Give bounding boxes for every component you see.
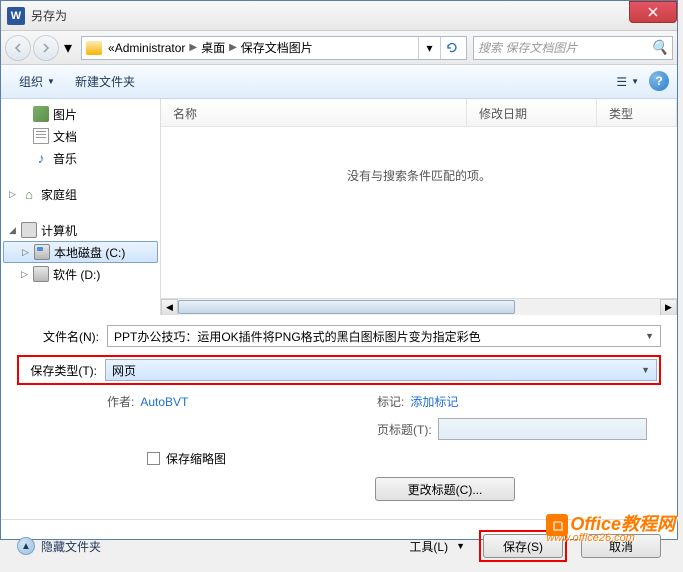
search-icon: 🔍 — [651, 39, 668, 56]
sidebar: 图片 文档 ♪音乐 ▷⌂家庭组 ◢计算机 ▷本地磁盘 (C:) ▷软件 (D:) — [1, 99, 161, 315]
search-input[interactable]: 搜索 保存文档图片 🔍 — [473, 36, 673, 60]
breadcrumb-item[interactable]: 保存文档图片 — [241, 39, 313, 56]
document-icon — [33, 128, 49, 144]
page-title-label: 页标题(T): — [377, 421, 432, 438]
column-name[interactable]: 名称 — [161, 99, 467, 126]
help-button[interactable]: ? — [649, 71, 669, 91]
column-date[interactable]: 修改日期 — [467, 99, 597, 126]
empty-message: 没有与搜索条件匹配的项。 — [161, 167, 677, 184]
address-dropdown[interactable]: ▾ — [418, 37, 440, 59]
scroll-right-button[interactable]: ▶ — [660, 299, 677, 315]
change-title-button[interactable]: 更改标题(C)... — [375, 477, 515, 501]
tags-label: 标记: — [377, 393, 404, 410]
sidebar-item-homegroup[interactable]: ▷⌂家庭组 — [1, 183, 160, 205]
filetype-input[interactable]: 网页▼ — [105, 359, 657, 381]
nav-bar: ▾ « Administrator▶ 桌面▶ 保存文档图片 ▾ 搜索 保存文档图… — [1, 31, 677, 65]
refresh-button[interactable] — [440, 37, 462, 59]
filetype-label: 保存类型(T): — [21, 362, 105, 379]
save-thumbnail-checkbox[interactable] — [147, 452, 160, 465]
drive-icon — [33, 266, 49, 282]
horizontal-scrollbar[interactable]: ◀ ▶ — [161, 298, 677, 315]
filename-label: 文件名(N): — [17, 328, 107, 345]
breadcrumb-item[interactable]: Administrator — [115, 41, 186, 55]
scroll-thumb[interactable] — [178, 300, 515, 314]
breadcrumb-prefix: « — [108, 41, 115, 55]
address-bar[interactable]: « Administrator▶ 桌面▶ 保存文档图片 ▾ — [81, 36, 467, 60]
author-label: 作者: — [107, 393, 134, 410]
author-value[interactable]: AutoBVT — [140, 395, 188, 409]
save-button[interactable]: 保存(S) — [483, 534, 563, 558]
organize-button[interactable]: 组织▼ — [9, 69, 65, 94]
scroll-left-button[interactable]: ◀ — [161, 299, 178, 315]
sidebar-item-computer[interactable]: ◢计算机 — [1, 219, 160, 241]
back-button[interactable] — [5, 35, 31, 61]
window-title: 另存为 — [31, 7, 67, 24]
save-thumbnail-label: 保存缩略图 — [166, 450, 226, 467]
arrow-right-icon — [41, 43, 51, 53]
folder-icon — [86, 41, 102, 55]
chevron-up-icon: ▲ — [17, 537, 35, 555]
close-button[interactable] — [629, 1, 677, 23]
sidebar-item-documents[interactable]: 文档 — [1, 125, 160, 147]
pictures-icon — [33, 106, 49, 122]
history-dropdown[interactable]: ▾ — [61, 35, 75, 61]
tags-value[interactable]: 添加标记 — [410, 393, 458, 410]
column-type[interactable]: 类型 — [597, 99, 677, 126]
sidebar-item-music[interactable]: ♪音乐 — [1, 147, 160, 169]
search-placeholder: 搜索 保存文档图片 — [478, 39, 577, 56]
chevron-down-icon[interactable]: ▼ — [641, 365, 650, 375]
hide-folders-button[interactable]: ▲ 隐藏文件夹 — [17, 537, 101, 555]
chevron-right-icon: ▶ — [229, 42, 237, 53]
sidebar-item-drive-d[interactable]: ▷软件 (D:) — [1, 263, 160, 285]
drive-icon — [34, 244, 50, 260]
chevron-right-icon: ▶ — [189, 42, 197, 53]
chevron-down-icon[interactable]: ▼ — [645, 331, 654, 341]
filename-input[interactable]: PPT办公技巧：运用OK插件将PNG格式的黑白图标图片变为指定彩色▼ — [107, 325, 661, 347]
homegroup-icon: ⌂ — [21, 186, 37, 202]
column-headers: 名称 修改日期 类型 — [161, 99, 677, 127]
page-title-input[interactable] — [438, 418, 647, 440]
word-icon: W — [7, 7, 25, 25]
view-options-button[interactable]: ☰▼ — [610, 71, 645, 93]
file-list: 名称 修改日期 类型 没有与搜索条件匹配的项。 ◀ ▶ — [161, 99, 677, 315]
close-icon — [648, 7, 658, 17]
toolbar: 组织▼ 新建文件夹 ☰▼ ? — [1, 65, 677, 99]
sidebar-item-drive-c[interactable]: ▷本地磁盘 (C:) — [3, 241, 158, 263]
cancel-button[interactable]: 取消 — [581, 534, 661, 558]
breadcrumb-item[interactable]: 桌面 — [201, 39, 225, 56]
sidebar-item-pictures[interactable]: 图片 — [1, 103, 160, 125]
new-folder-button[interactable]: 新建文件夹 — [65, 69, 145, 94]
refresh-icon — [446, 42, 458, 54]
forward-button[interactable] — [33, 35, 59, 61]
music-icon: ♪ — [33, 150, 49, 166]
computer-icon — [21, 222, 37, 238]
tools-button[interactable]: 工具(L)▼ — [409, 538, 465, 555]
title-bar: W 另存为 — [1, 1, 677, 31]
arrow-left-icon — [13, 43, 23, 53]
